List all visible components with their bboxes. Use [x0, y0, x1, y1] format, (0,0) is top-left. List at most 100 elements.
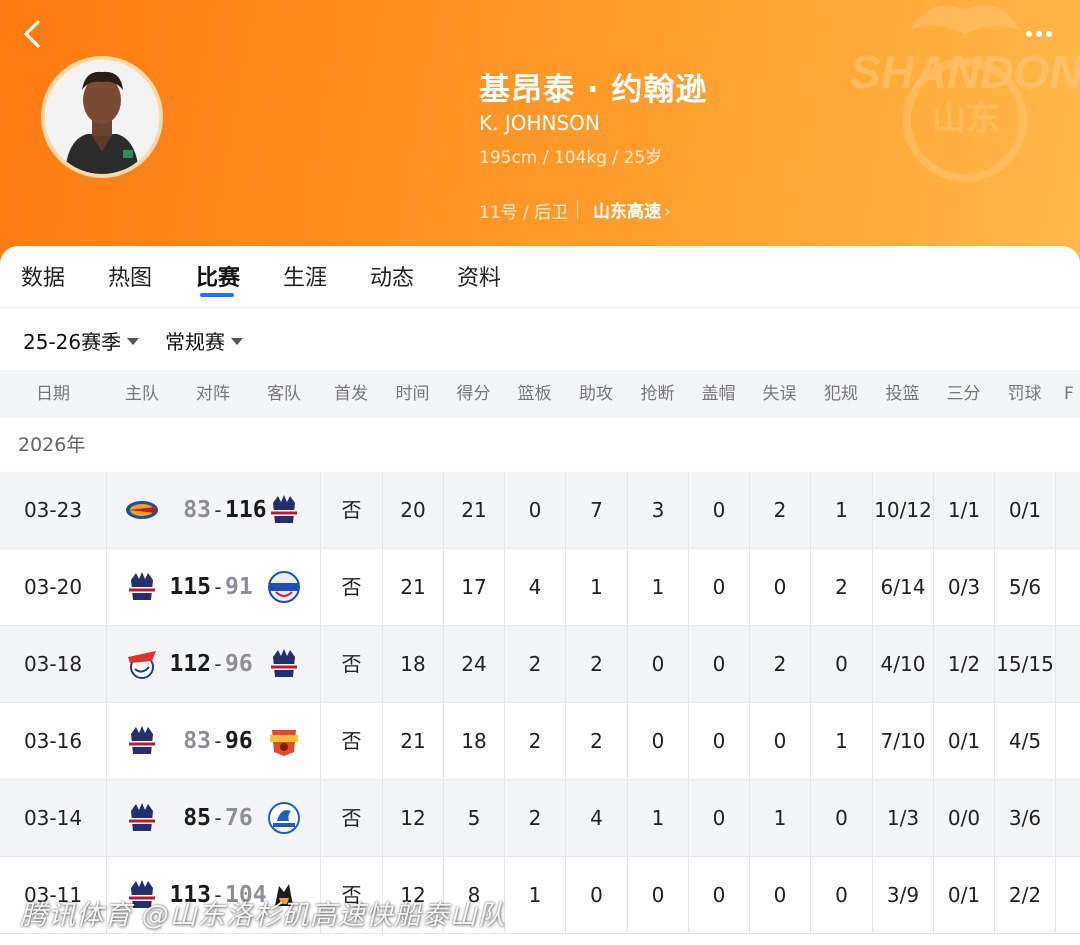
- stat-steals: 3: [627, 472, 688, 548]
- score-separator: -: [214, 729, 222, 753]
- matchup: 85-76: [106, 780, 320, 856]
- stat-assists: 2: [565, 703, 627, 779]
- stat-rebounds: 0: [504, 472, 565, 548]
- tab-news[interactable]: 动态: [370, 260, 414, 292]
- stat-points: 18: [443, 703, 504, 779]
- overflow-column: [1055, 857, 1080, 933]
- tab-heatmap[interactable]: 热图: [108, 260, 152, 292]
- table-row[interactable]: 03-16 83-96 否 21 18 2 2 0 0 0 1 7/10 0/1 4/5: [0, 703, 1080, 780]
- game-date: 03-18: [23, 652, 83, 676]
- overflow-column: [1055, 703, 1080, 779]
- column-header: 对阵: [196, 384, 230, 404]
- stat-rebounds: 2: [504, 780, 565, 856]
- matchup: 112-96: [106, 626, 320, 702]
- stat-starter: 否: [320, 703, 382, 779]
- stat-fg: 1/3: [872, 780, 933, 856]
- footer-watermark: 腾讯体育 @山东洛杉矶高速快船泰山队: [20, 900, 506, 931]
- table-row[interactable]: 03-14 85-76 否 12 5 2 4 1 0 1 0 1/3 0/0 3/6: [0, 780, 1080, 857]
- stat-blocks: 0: [688, 857, 749, 933]
- stat-minutes: 18: [382, 626, 443, 702]
- stat-fg: 4/10: [872, 626, 933, 702]
- tab-data[interactable]: 数据: [21, 260, 65, 292]
- stat-blocks: 0: [688, 780, 749, 856]
- stat-fg: 10/12: [872, 472, 933, 548]
- column-header: 失误: [762, 384, 797, 404]
- team-link[interactable]: 山东高速 ›: [593, 197, 671, 222]
- leopards-logo: [267, 724, 301, 758]
- content-panel: 数据 热图 比赛 生涯 动态 资料 25-26赛季 常规赛 日期 主队 对阵 客…: [0, 246, 1080, 945]
- score-separator: -: [214, 498, 222, 522]
- beijing-logo: [125, 493, 159, 527]
- game-type-dropdown-label: 常规赛: [165, 330, 225, 354]
- table-row[interactable]: 03-20 115-91 否 21 17 4 1 1 0 0 2 6/14 0/3 5/6: [0, 549, 1080, 626]
- stat-fg: 3/9: [872, 857, 933, 933]
- caret-down-icon: [231, 338, 243, 345]
- column-header: 首发: [334, 384, 368, 404]
- stat-rebounds: 1: [504, 857, 565, 933]
- overflow-column: [1055, 626, 1080, 702]
- season-year-label: 2026年: [0, 418, 1080, 472]
- player-name: 基昂泰 · 约翰逊: [479, 72, 708, 108]
- player-bio: 195cm / 104kg / 25岁: [479, 148, 663, 168]
- stat-starter: 否: [320, 472, 382, 548]
- overflow-column: [1055, 549, 1080, 625]
- stat-ft: 3/6: [994, 780, 1055, 856]
- table-row[interactable]: 03-18 112-96 否 18 24 2 2 0 0 2 0 4/10 1/2 15/15: [0, 626, 1080, 703]
- game-type-dropdown[interactable]: 常规赛: [165, 326, 243, 355]
- stat-minutes: 20: [382, 472, 443, 548]
- stat-blocks: 0: [688, 703, 749, 779]
- away-score: 91: [225, 574, 253, 600]
- stat-assists: 2: [565, 626, 627, 702]
- season-dropdown[interactable]: 25-26赛季: [23, 326, 140, 355]
- season-dropdown-label: 25-26赛季: [23, 330, 122, 354]
- stat-fg: 6/14: [872, 549, 933, 625]
- overflow-column: [1055, 472, 1080, 548]
- stat-ft: 4/5: [994, 703, 1055, 779]
- stat-three: 1/1: [933, 472, 994, 548]
- back-button[interactable]: [14, 12, 54, 56]
- stat-assists: 0: [565, 857, 627, 933]
- caret-down-icon: [127, 338, 140, 345]
- shandong-logo: [267, 493, 301, 527]
- stat-starter: 否: [320, 549, 382, 625]
- home-score: 112: [169, 651, 211, 677]
- chevron-right-icon: ›: [664, 202, 671, 222]
- stat-fouls: 1: [810, 472, 872, 548]
- stat-steals: 1: [627, 780, 688, 856]
- game-date: 03-14: [23, 806, 83, 830]
- column-header: 盖帽: [701, 384, 736, 404]
- stat-blocks: 0: [688, 549, 749, 625]
- tab-career[interactable]: 生涯: [283, 260, 327, 292]
- stat-ft: 2/2: [994, 857, 1055, 933]
- stat-rebounds: 2: [504, 703, 565, 779]
- away-score: 96: [225, 728, 253, 754]
- stat-points: 5: [443, 780, 504, 856]
- away-score: 116: [225, 497, 267, 523]
- game-date: 03-16: [23, 729, 83, 753]
- column-header: 投篮: [885, 384, 920, 404]
- score-separator: -: [214, 806, 222, 830]
- tab-profile[interactable]: 资料: [457, 260, 501, 292]
- stat-fouls: 0: [810, 626, 872, 702]
- stat-assists: 4: [565, 780, 627, 856]
- column-header: 篮板: [517, 384, 552, 404]
- qingdao-logo: [267, 801, 301, 835]
- home-score: 115: [169, 574, 211, 600]
- tab-games[interactable]: 比赛: [196, 260, 240, 292]
- stat-turnovers: 0: [749, 703, 810, 779]
- sharks-logo: [125, 647, 159, 681]
- filter-bar: 25-26赛季 常规赛: [0, 308, 1080, 370]
- column-header: 助攻: [579, 384, 613, 404]
- divider: [577, 200, 578, 218]
- more-button[interactable]: [1016, 22, 1062, 46]
- stat-steals: 1: [627, 549, 688, 625]
- table-row[interactable]: 03-23 83-116 否 20 21 0 7 3 0 2 1 10/12 1/1 0/1: [0, 472, 1080, 549]
- stat-turnovers: 0: [749, 857, 810, 933]
- stat-blocks: 0: [688, 472, 749, 548]
- stat-rebounds: 2: [504, 626, 565, 702]
- column-header: 罚球: [1007, 384, 1042, 404]
- home-score: 83: [183, 497, 211, 523]
- stat-three: 1/2: [933, 626, 994, 702]
- shandong-logo: [125, 724, 159, 758]
- stat-three: 0/3: [933, 549, 994, 625]
